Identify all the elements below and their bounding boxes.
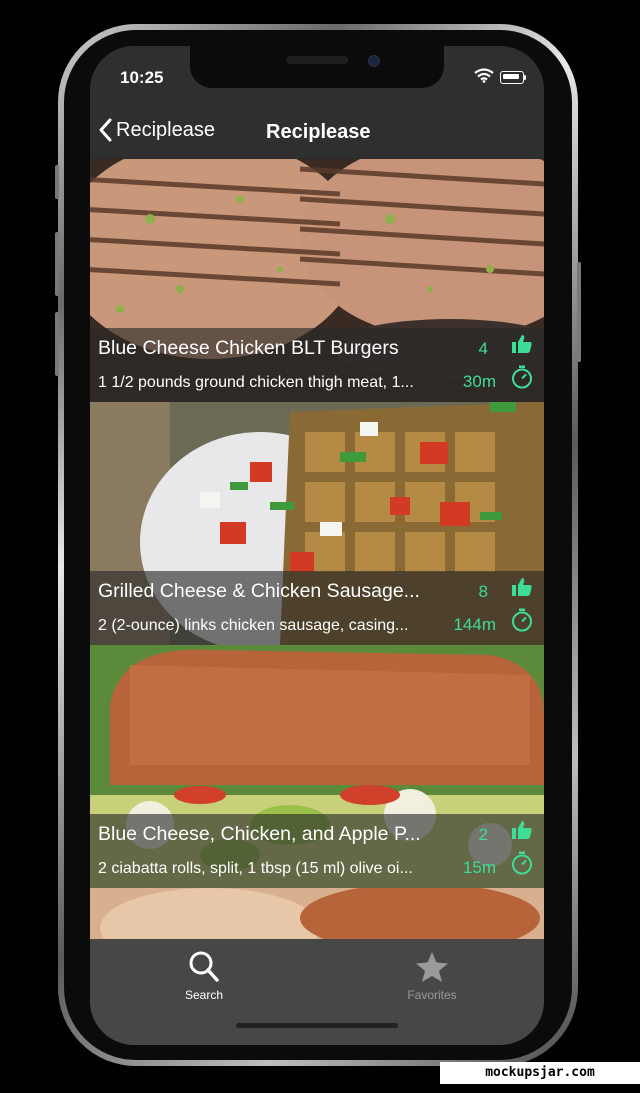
back-button-label: Reciplease (116, 118, 215, 141)
notch (190, 46, 444, 88)
recipe-likes: 4 (478, 339, 488, 358)
star-icon (362, 945, 502, 983)
timer-icon (511, 851, 533, 880)
recipe-likes: 2 (478, 825, 488, 844)
recipe-title: Blue Cheese, Chicken, and Apple P... (98, 823, 421, 845)
timer-icon (511, 608, 533, 637)
thumbs-up-icon (512, 821, 532, 844)
navigation-bar: Reciplease Reciplease (90, 106, 544, 158)
tab-search[interactable]: Search (134, 945, 274, 1002)
recipe-title: Grilled Cheese & Chicken Sausage... (98, 580, 420, 602)
tab-bar: Search Favorites (90, 939, 544, 1045)
recipe-ingredients: 1 1/2 pounds ground chicken thigh meat, … (98, 374, 414, 391)
home-indicator[interactable] (236, 1023, 398, 1028)
recipe-cell[interactable]: Blue Cheese, Chicken, and Apple P... 2 2… (90, 645, 544, 888)
recipe-list[interactable]: Blue Cheese Chicken BLT Burgers 4 1 1/2 … (90, 159, 544, 940)
battery-nub (524, 75, 526, 80)
side-button-volume-down (55, 312, 59, 376)
thumbs-up-icon (512, 578, 532, 601)
recipe-cell-partial[interactable] (90, 888, 544, 940)
recipe-time: 144m (453, 615, 496, 634)
recipe-title: Blue Cheese Chicken BLT Burgers (98, 337, 399, 359)
timer-icon (511, 365, 533, 394)
recipe-ingredients: 2 (2-ounce) links chicken sausage, casin… (98, 617, 409, 634)
thumbs-up-icon (512, 335, 532, 358)
page-title: Reciplease (266, 121, 371, 143)
recipe-time: 15m (462, 858, 496, 877)
tab-favorites-label: Favorites (407, 988, 457, 1002)
side-button-power (577, 262, 581, 362)
battery-icon (500, 71, 524, 84)
recipe-time: 30m (462, 372, 496, 391)
side-button-mute (55, 165, 59, 199)
recipe-image-partial (90, 888, 544, 940)
recipe-cell[interactable]: Grilled Cheese & Chicken Sausage... 8 2 … (90, 402, 544, 645)
side-button-volume-up (55, 232, 59, 296)
wifi-icon (474, 68, 494, 88)
tab-search-label: Search (184, 988, 224, 1002)
back-chevron-icon (99, 118, 112, 142)
status-time: 10:25 (120, 68, 164, 87)
recipe-likes: 8 (478, 582, 488, 601)
back-button[interactable]: Reciplease (98, 118, 215, 142)
tab-favorites[interactable]: Favorites (362, 945, 502, 1002)
recipe-cell[interactable]: Blue Cheese Chicken BLT Burgers 4 1 1/2 … (90, 159, 544, 402)
search-icon (134, 945, 274, 983)
recipe-ingredients: 2 ciabatta rolls, split, 1 tbsp (15 ml) … (98, 860, 413, 877)
app-screen: 10:25 Reciplease Reciplease Blue Cheese … (90, 46, 544, 1045)
watermark: mockupsjar.com (440, 1062, 640, 1084)
